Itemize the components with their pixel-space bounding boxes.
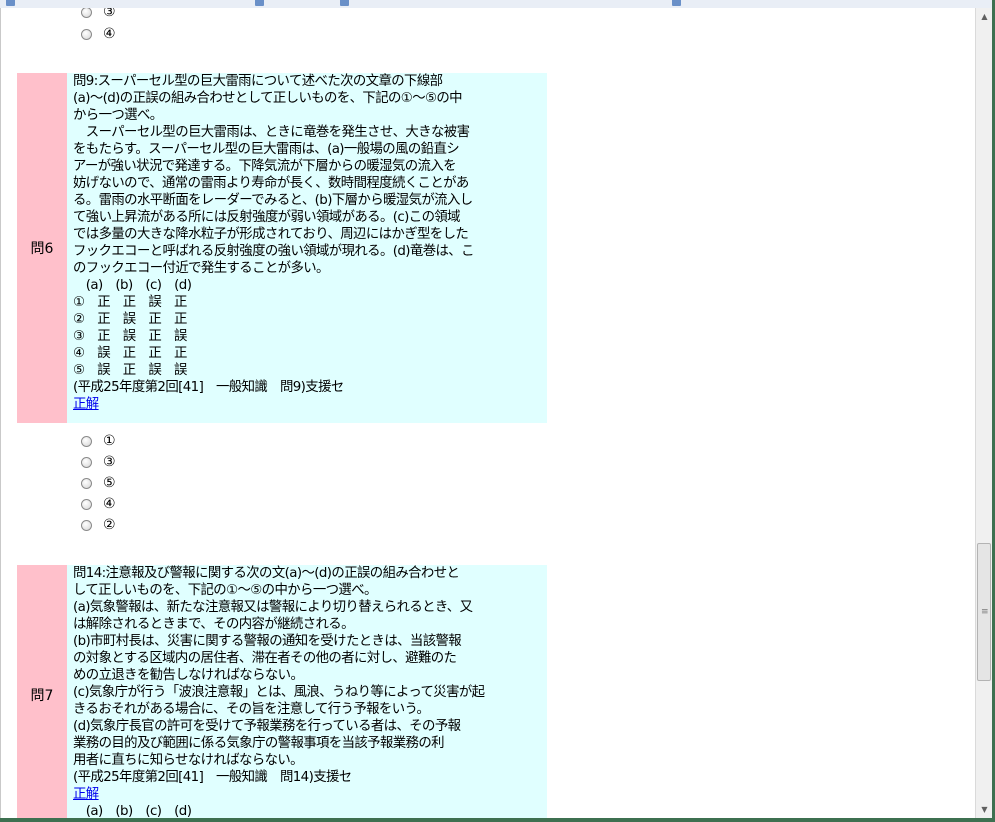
- question-text: 問14:注意報及び警報に関する次の文(a)～(d)の正誤の組み合わせと して正し…: [67, 565, 547, 818]
- text-line: (d)気象庁長官の許可を受けて予報業務を行っている者は、その予報: [73, 719, 461, 734]
- text-line: をもたらす。スーパーセル型の巨大雷雨は、(a)一般場の風の鉛直シ: [73, 142, 460, 157]
- text-line: る。雷雨の水平断面をレーダーでみると、(b)下層から暖湿気が流入し: [73, 193, 473, 208]
- radio-button[interactable]: [81, 456, 92, 468]
- scroll-down-arrow-icon[interactable]: ▼: [976, 801, 993, 818]
- option-label: ③: [103, 8, 116, 20]
- answer-option[interactable]: ④: [81, 494, 116, 514]
- scrollbar-thumb[interactable]: ≡: [977, 543, 991, 681]
- text-line: (a)～(d)の正誤の組み合わせとして正しいものを、下記の①～⑤の中: [73, 91, 463, 106]
- bookmark-item[interactable]: [6, 0, 15, 7]
- page-content: ③ ④ 問6 問9:スーパーセル型の巨大雷雨について述べた次の文章の下線部 (a…: [0, 8, 976, 818]
- vertical-scrollbar[interactable]: ▲ ≡ ▼: [975, 8, 993, 818]
- option-label: ③: [103, 454, 116, 470]
- option-label: ⑤: [103, 475, 116, 491]
- answer-link[interactable]: 正解: [73, 397, 99, 412]
- text-line: は解除されるときまで、その内容が継続される。: [73, 617, 354, 632]
- text-line: から一つ選べ。: [73, 108, 163, 123]
- source-citation: (平成25年度第2回[41] 一般知識 問9)支援セ: [73, 380, 344, 395]
- answer-option[interactable]: ②: [81, 515, 116, 535]
- bookmark-item[interactable]: [255, 0, 264, 7]
- choice-row: ⑤ 誤 正 誤 誤: [73, 363, 187, 378]
- source-citation: (平成25年度第2回[41] 一般知識 問14)支援セ: [73, 770, 352, 785]
- radio-button[interactable]: [81, 498, 92, 510]
- text-line: 問14:注意報及び警報に関する次の文(a)～(d)の正誤の組み合わせと: [73, 566, 460, 581]
- answer-option[interactable]: ③: [81, 452, 116, 472]
- answer-option[interactable]: ①: [81, 431, 116, 451]
- text-line: (c)気象庁が行う「波浪注意報」とは、風浪、うねり等によって災害が起: [73, 685, 485, 700]
- choice-row: ③ 正 誤 正 誤: [73, 329, 187, 344]
- window-border: [0, 818, 995, 822]
- text-line: (a)気象警報は、新たな注意報又は警報により切り替えられるとき、又: [73, 600, 473, 615]
- radio-button[interactable]: [81, 8, 92, 18]
- option-label: ④: [103, 26, 116, 42]
- text-line: のフックエコー付近で発生することが多い。: [73, 261, 329, 276]
- text-line: フックエコーと呼ばれる反射強度の強い領域が現れる。(d)竜巻は、こ: [73, 244, 474, 259]
- question-7-block: 問7 問14:注意報及び警報に関する次の文(a)～(d)の正誤の組み合わせと し…: [17, 565, 547, 818]
- text-line: めの立退きを勧告しなければならない。: [73, 668, 304, 683]
- bookmark-item[interactable]: [672, 0, 681, 7]
- question-number: 問7: [17, 565, 67, 818]
- answer-option[interactable]: ③: [81, 8, 116, 22]
- text-line: して正しいものを、下記の①～⑤の中から一つ選べ。: [73, 583, 377, 598]
- text-line: (b)市町村長は、災害に関する警報の通知を受けたときは、当該警報: [73, 634, 462, 649]
- radio-button[interactable]: [81, 435, 92, 447]
- text-line: の対象とする区域内の居住者、滞在者その他の者に対し、避難のた: [73, 651, 457, 666]
- text-line: アーが強い状況で発達する。下降気流が下層からの暖湿気の流入を: [73, 159, 457, 174]
- choice-row: ④ 誤 正 正 正: [73, 346, 187, 361]
- option-label: ④: [103, 496, 116, 512]
- choice-header: (a) (b) (c) (d): [73, 804, 192, 818]
- choice-header: (a) (b) (c) (d): [73, 278, 192, 293]
- radio-button[interactable]: [81, 477, 92, 489]
- answer-option[interactable]: ⑤: [81, 473, 116, 493]
- question-6-block: 問6 問9:スーパーセル型の巨大雷雨について述べた次の文章の下線部 (a)～(d…: [17, 73, 547, 423]
- scroll-up-arrow-icon[interactable]: ▲: [976, 8, 993, 25]
- answer-option[interactable]: ④: [81, 24, 116, 44]
- answer-link[interactable]: 正解: [73, 787, 99, 802]
- text-line: 妨げないので、通常の雷雨より寿命が長く、数時間程度続くことがあ: [73, 176, 469, 191]
- radio-button[interactable]: [81, 28, 92, 40]
- page-icon: [6, 0, 15, 6]
- question-text: 問9:スーパーセル型の巨大雷雨について述べた次の文章の下線部 (a)～(d)の正…: [67, 73, 547, 423]
- option-label: ②: [103, 517, 116, 533]
- text-line: て強い上昇流がある所には反射強度が弱い領域がある。(c)この領域: [73, 210, 461, 225]
- page-icon: [340, 0, 349, 6]
- choice-row: ② 正 誤 正 正: [73, 312, 187, 327]
- page-icon: [672, 0, 681, 6]
- page-icon: [255, 0, 264, 6]
- text-line: では多量の大きな降水粒子が形成されており、周辺にはかぎ型をした: [73, 227, 469, 242]
- radio-button[interactable]: [81, 519, 92, 531]
- grip-icon: ≡: [981, 607, 989, 617]
- text-line: 用者に直ちに知らせなければならない。: [73, 753, 304, 768]
- choice-row: ① 正 正 誤 正: [73, 295, 187, 310]
- text-line: 業務の目的及び範囲に係る気象庁の警報事項を当該予報業務の利: [73, 736, 445, 751]
- text-line: スーパーセル型の巨大雷雨は、ときに竜巻を発生させ、大きな被害: [73, 125, 470, 140]
- text-line: 問9:スーパーセル型の巨大雷雨について述べた次の文章の下線部: [73, 74, 443, 89]
- bookmark-item[interactable]: [340, 0, 349, 7]
- text-line: きるおそれがある場合に、その旨を注意して行う予報をいう。: [73, 702, 430, 717]
- option-label: ①: [103, 433, 116, 449]
- question-number: 問6: [17, 73, 67, 423]
